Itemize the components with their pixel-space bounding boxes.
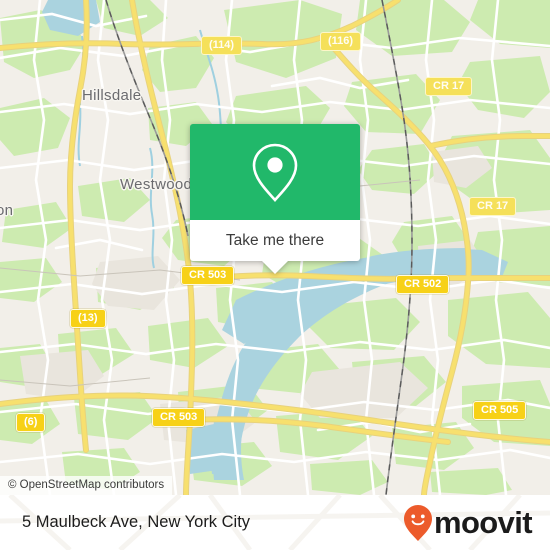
road-shield-cr17-east[interactable]: CR 17 bbox=[469, 197, 517, 216]
map-pin-icon bbox=[252, 143, 298, 202]
popup-pointer-tail bbox=[262, 261, 288, 274]
road-shield-cr502[interactable]: CR 502 bbox=[396, 275, 450, 294]
road-shield-114[interactable]: (114) bbox=[201, 36, 243, 55]
road-shield-cr503-north[interactable]: CR 503 bbox=[181, 266, 235, 285]
map-screenshot: Hillsdale Westwood on (114) (116) CR 17 … bbox=[0, 0, 550, 550]
address-text: 5 Maulbeck Ave, New York City bbox=[22, 513, 251, 531]
road-shield-cr503-south[interactable]: CR 503 bbox=[152, 408, 206, 427]
take-me-there-button[interactable]: Take me there bbox=[190, 220, 360, 261]
road-shield-cr505[interactable]: CR 505 bbox=[473, 401, 527, 420]
popup-icon-area bbox=[190, 124, 360, 220]
road-shield-116[interactable]: (116) bbox=[320, 32, 362, 51]
footer-bar: 5 Maulbeck Ave, New York City moovit bbox=[0, 495, 550, 550]
location-popup-card[interactable]: Take me there bbox=[190, 124, 360, 274]
road-shield-6[interactable]: (6) bbox=[16, 413, 46, 432]
moovit-pin-icon bbox=[403, 504, 432, 541]
osm-attribution[interactable]: © OpenStreetMap contributors bbox=[0, 476, 173, 495]
moovit-logo[interactable]: moovit bbox=[403, 504, 533, 542]
road-shield-cr17-north[interactable]: CR 17 bbox=[425, 77, 473, 96]
moovit-wordmark: moovit bbox=[433, 505, 533, 540]
road-shield-13[interactable]: (13) bbox=[70, 309, 106, 328]
